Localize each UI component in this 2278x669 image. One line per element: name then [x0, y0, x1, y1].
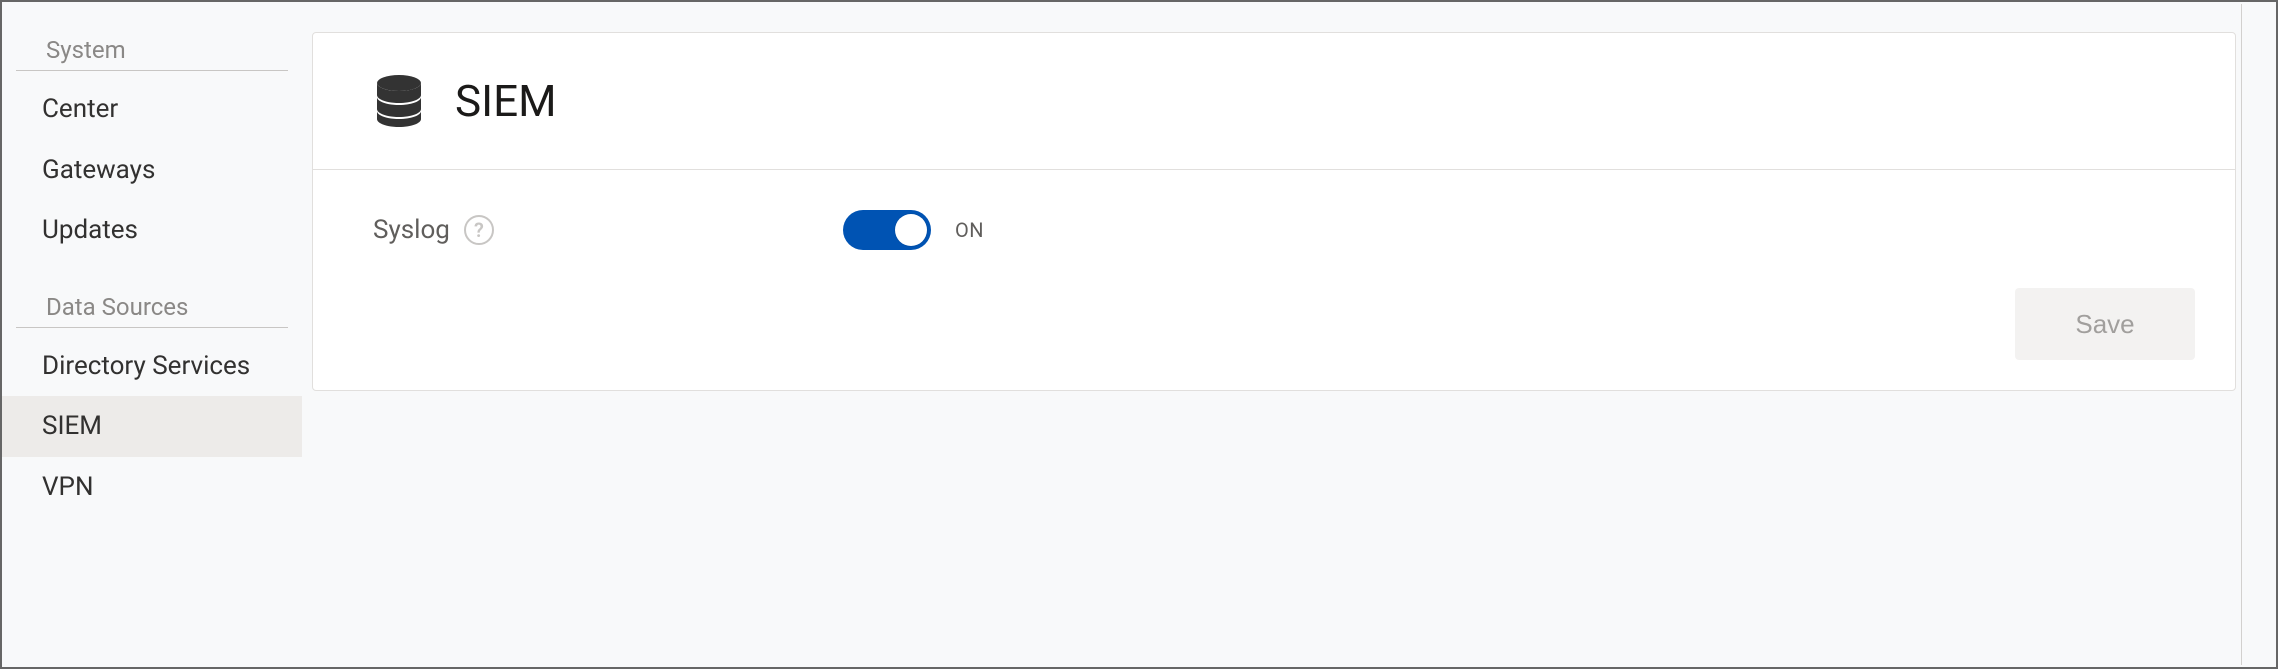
save-button[interactable]: Save [2015, 288, 2195, 360]
sidebar-item-updates[interactable]: Updates [2, 200, 302, 261]
sidebar-group-system: System [16, 32, 288, 71]
syslog-toggle[interactable] [843, 210, 931, 250]
card-body: Syslog ? ON Save [313, 170, 2235, 390]
sidebar: System Center Gateways Updates Data Sour… [2, 2, 302, 667]
toggle-knob [895, 214, 927, 246]
page-title: SIEM [455, 75, 557, 127]
scrollbar-track[interactable] [2241, 4, 2242, 665]
sidebar-item-gateways[interactable]: Gateways [2, 140, 302, 201]
help-icon[interactable]: ? [464, 215, 494, 245]
syslog-toggle-state: ON [955, 218, 984, 242]
syslog-label-text: Syslog [373, 215, 450, 245]
sidebar-group-data-sources: Data Sources [16, 289, 288, 328]
app-frame: System Center Gateways Updates Data Sour… [0, 0, 2278, 669]
setting-row-syslog: Syslog ? ON [373, 210, 2175, 250]
settings-card: SIEM Syslog ? ON Save [312, 32, 2236, 391]
card-header: SIEM [313, 33, 2235, 170]
setting-label-syslog: Syslog ? [373, 215, 843, 245]
main-content: SIEM Syslog ? ON Save [302, 2, 2276, 667]
sidebar-item-siem[interactable]: SIEM [2, 396, 302, 457]
sidebar-item-vpn[interactable]: VPN [2, 457, 302, 518]
database-icon [373, 73, 425, 129]
sidebar-item-center[interactable]: Center [2, 79, 302, 140]
sidebar-item-directory-services[interactable]: Directory Services [2, 336, 302, 397]
